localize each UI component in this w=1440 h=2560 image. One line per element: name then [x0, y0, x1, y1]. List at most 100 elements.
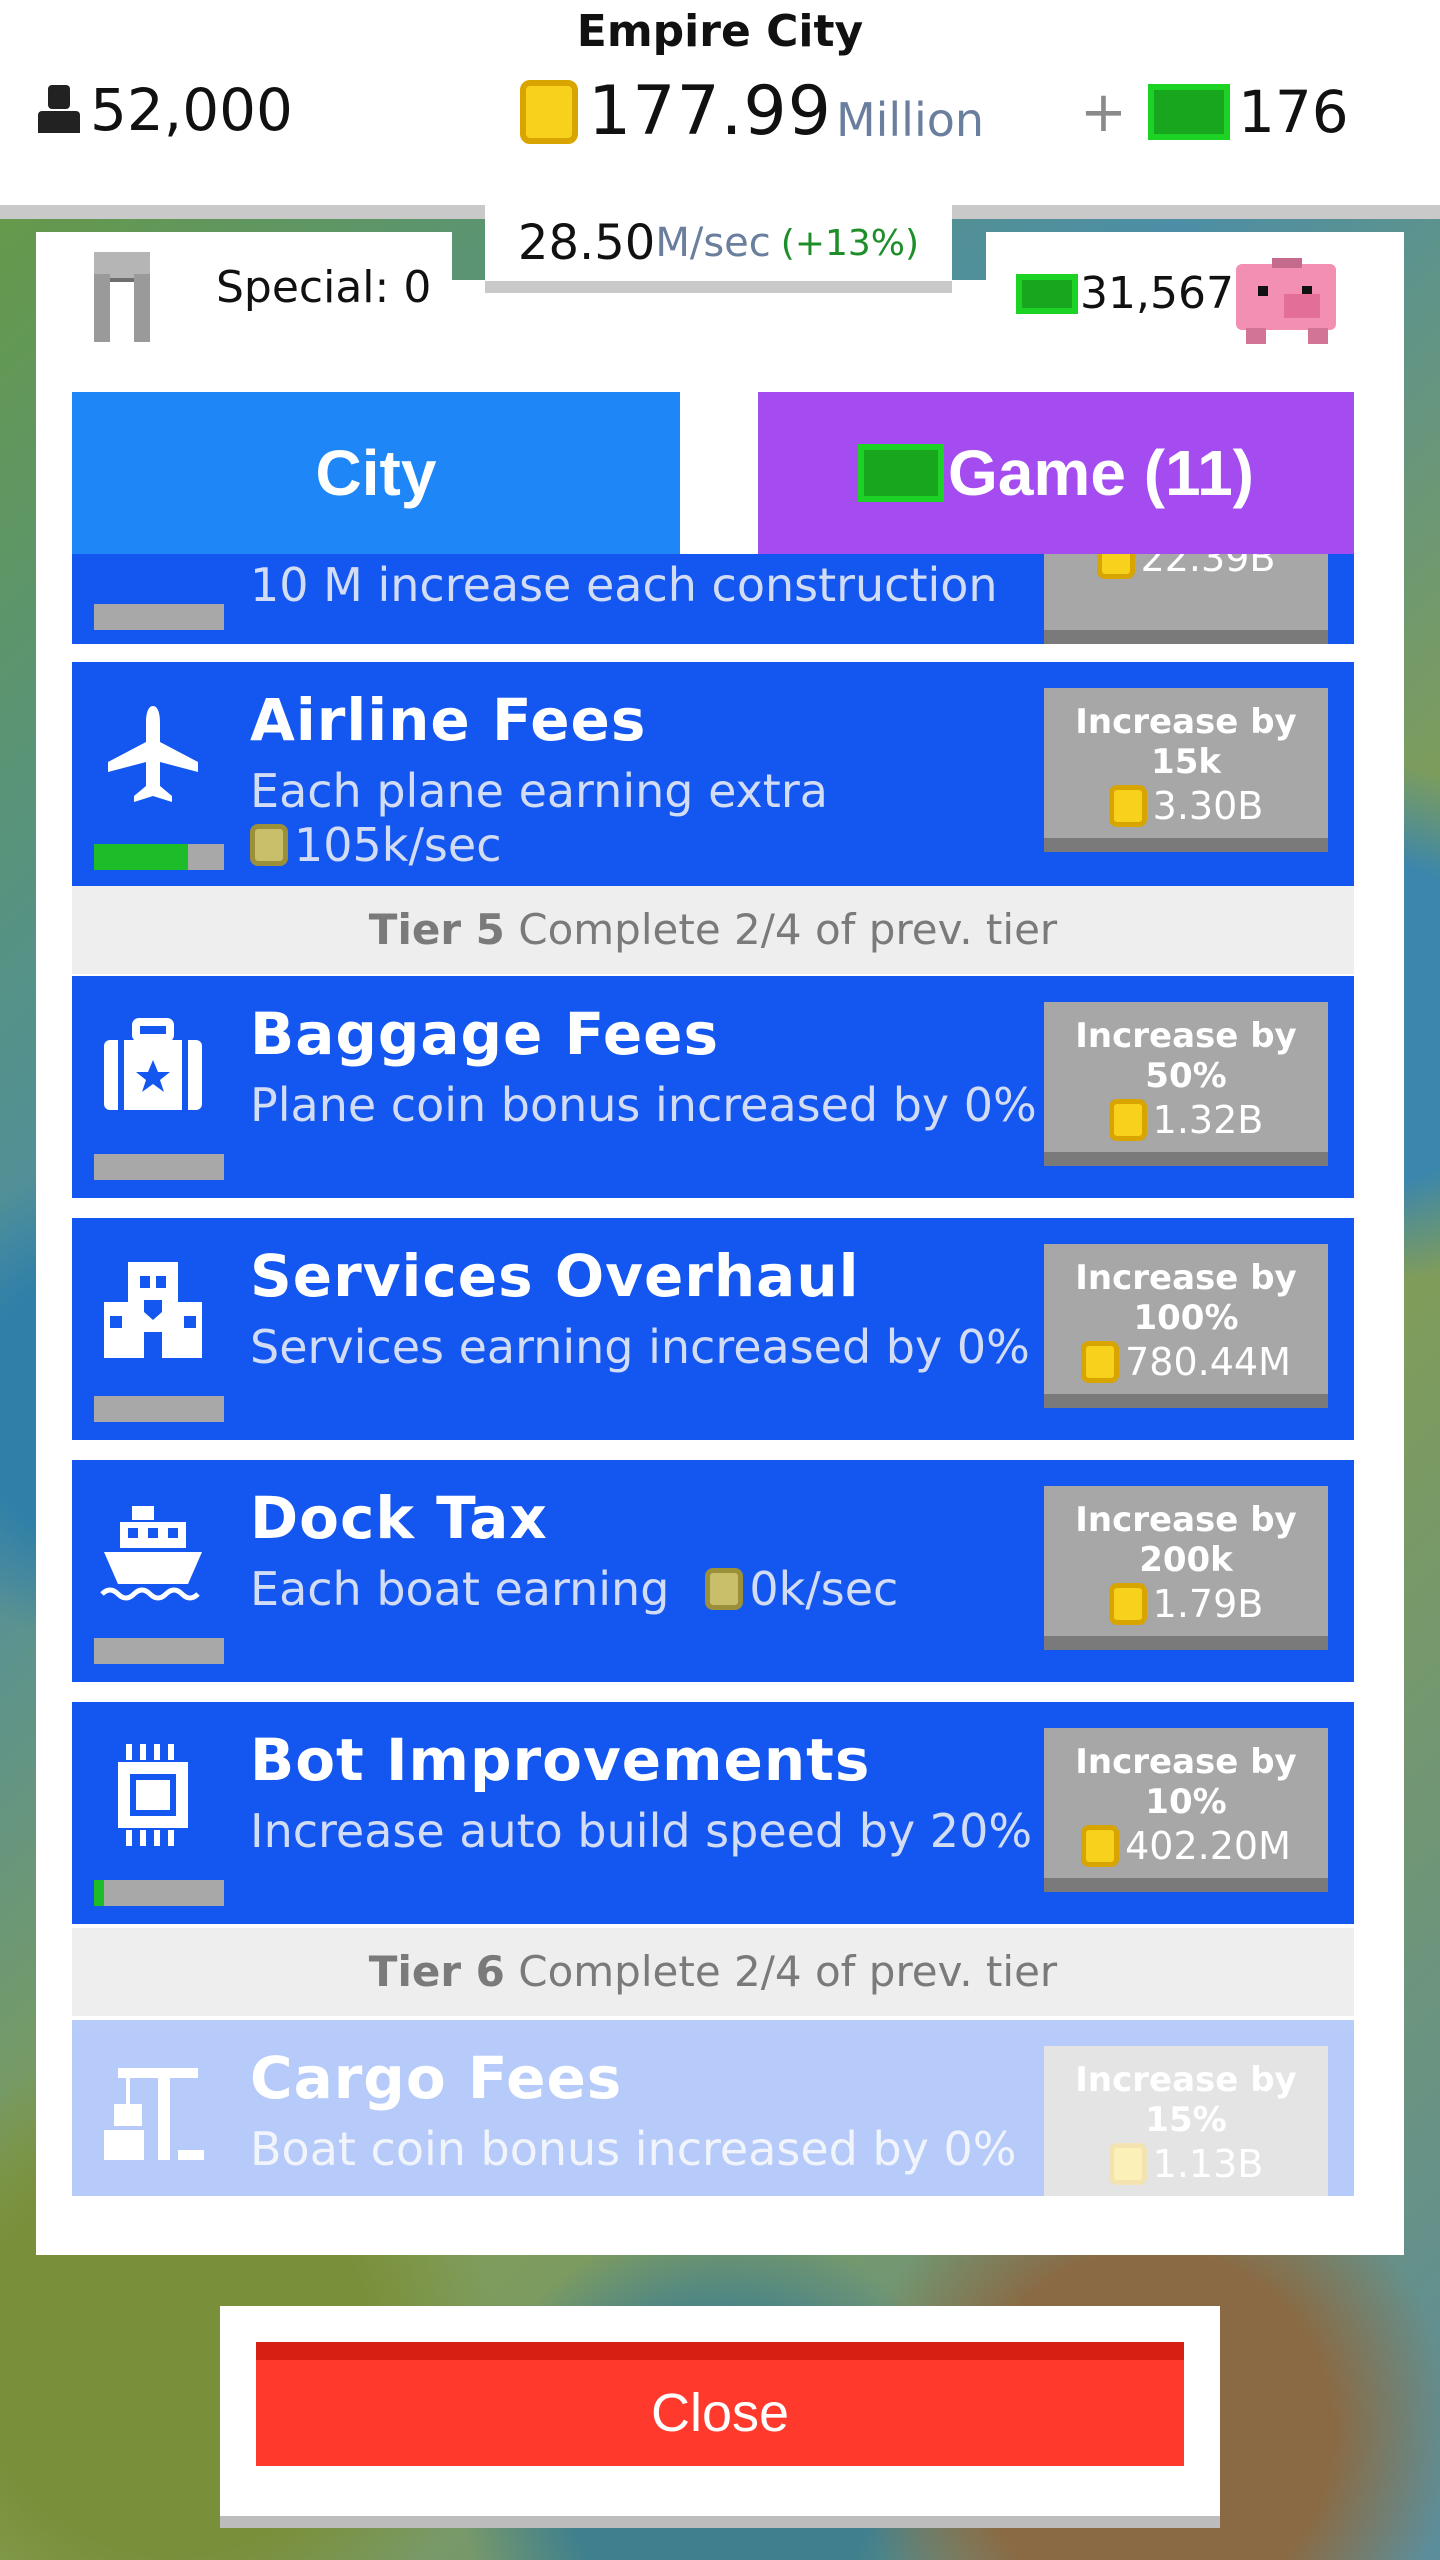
tier-label: Tier 5: [368, 905, 505, 954]
close-button[interactable]: Close: [256, 2342, 1184, 2466]
coins-unit: Million: [835, 92, 985, 147]
coin-icon: [705, 1568, 744, 1610]
tab-game[interactable]: Game (11): [758, 392, 1354, 554]
progress-bar: [94, 1880, 224, 1906]
airplane-icon: [98, 700, 208, 810]
progress-bar: [94, 1396, 224, 1422]
gem-icon: [1016, 274, 1078, 314]
piggy-bank-icon[interactable]: [1232, 248, 1342, 344]
upgrade-buy-button[interactable]: Increase by 200k 1.79B: [1044, 1486, 1328, 1650]
buy-button-line1: Increase by: [1075, 702, 1297, 742]
close-label: Close: [650, 2383, 790, 2443]
progress-bar: [94, 1154, 224, 1180]
upgrade-title: Cargo Fees: [250, 2044, 623, 2112]
coin-icon: [1108, 1583, 1147, 1625]
buy-button-line1: Increase by: [1075, 2060, 1297, 2100]
crane-icon: [98, 2058, 208, 2168]
piggy-bank-tab[interactable]: 31,567: [986, 232, 1404, 352]
coin-icon: [250, 824, 288, 866]
upgrade-list[interactable]: 10 M increase each construction 22.39B A…: [72, 554, 1354, 2196]
buy-button-line1: Increase by: [1075, 1500, 1297, 1540]
tier-header: Tier 6 Complete 2/4 of prev. tier: [72, 1928, 1354, 2016]
upgrade-description: 10 M increase each construction: [250, 558, 998, 612]
buy-gems-plus-button[interactable]: +: [1080, 80, 1127, 145]
coin-icon: [1096, 554, 1135, 579]
upgrade-description: Boat coin bonus increased by 0%: [250, 2122, 1017, 2176]
upgrade-card-cargo-fees: Cargo Fees Boat coin bonus increased by …: [72, 2020, 1354, 2196]
gem-icon: [858, 444, 945, 502]
income-rate: 28.50 M/sec (+13%): [485, 205, 952, 293]
upgrade-price: 3.30B: [1044, 784, 1328, 838]
tier-requirement: Complete 2/4 of prev. tier: [518, 905, 1058, 954]
upgrade-buy-button: Increase by 15% 1.13B: [1044, 2046, 1328, 2196]
buy-button-line2: 100%: [1133, 1298, 1239, 1338]
tab-city[interactable]: City: [72, 392, 680, 554]
upgrade-title: Airline Fees: [250, 686, 647, 754]
person-icon: [36, 85, 82, 135]
progress-bar: [94, 1638, 224, 1664]
special-tab[interactable]: Special: 0: [36, 232, 452, 352]
upgrade-buy-button[interactable]: Increase by 50% 1.32B: [1044, 1002, 1328, 1166]
coin-icon: [1081, 1825, 1120, 1867]
upgrade-buy-button[interactable]: 22.39B: [1044, 554, 1328, 644]
suitcase-icon: [98, 1014, 208, 1124]
building-icon: [98, 1256, 208, 1366]
upgrade-price: 402.20M: [1044, 1824, 1328, 1878]
upgrade-price: 780.44M: [1044, 1340, 1328, 1394]
coins-counter: 177.99 Million: [520, 72, 984, 151]
buy-button-line1: Increase by: [1075, 1742, 1297, 1782]
upgrade-description: Increase auto build speed by 20%: [250, 1804, 1033, 1858]
upgrade-buy-button[interactable]: Increase by 10% 402.20M: [1044, 1728, 1328, 1892]
upgrade-price: 22.39B: [1044, 554, 1328, 590]
upgrade-buy-button[interactable]: Increase by 100% 780.44M: [1044, 1244, 1328, 1408]
city-name: Empire City: [576, 6, 864, 57]
upgrade-card-baggage-fees: Baggage Fees Plane coin bonus increased …: [72, 976, 1354, 1198]
bank-value: 31,567: [1080, 268, 1234, 319]
chip-icon: [98, 1740, 208, 1850]
rate-unit: M/sec: [655, 220, 771, 266]
coin-icon: [1108, 785, 1147, 827]
arch-icon: [94, 252, 150, 342]
buy-button-line2: 15%: [1145, 2100, 1227, 2140]
tier-requirement: Complete 2/4 of prev. tier: [518, 1947, 1058, 1996]
rate-value: 28.50: [517, 215, 656, 271]
upgrade-price: 1.13B: [1044, 2142, 1328, 2196]
upgrade-card-bot-improvements: Bot Improvements Increase auto build spe…: [72, 1702, 1354, 1924]
upgrade-card-dock-tax: Dock Tax Each boat earning 0k/sec Increa…: [72, 1460, 1354, 1682]
close-container: Close: [220, 2306, 1220, 2528]
upgrade-description: Services earning increased by 0%: [250, 1320, 1030, 1374]
tier-label: Tier 6: [368, 1947, 505, 1996]
upgrade-rate: 105k/sec: [250, 818, 502, 872]
upgrade-buy-button[interactable]: Increase by 15k 3.30B: [1044, 688, 1328, 852]
ship-icon: [98, 1498, 208, 1608]
tier-header: Tier 5 Complete 2/4 of prev. tier: [72, 886, 1354, 974]
coins-value: 177.99: [588, 72, 832, 151]
panel-footer: [36, 2196, 1404, 2255]
upgrade-description: Each plane earning extra: [250, 764, 828, 818]
buy-button-line2: 50%: [1145, 1056, 1227, 1096]
upgrade-card-services-overhaul: Services Overhaul Services earning incre…: [72, 1218, 1354, 1440]
upgrade-icon: [98, 554, 208, 598]
coin-icon: [520, 79, 578, 144]
gems-value: 176: [1238, 78, 1349, 146]
upgrade-description: Plane coin bonus increased by 0%: [250, 1078, 1037, 1132]
top-bar: Empire City 52,000 177.99 Million + 176: [0, 0, 1440, 205]
coin-icon: [1108, 1099, 1147, 1141]
gem-icon: [1148, 84, 1230, 140]
gems-counter[interactable]: 176: [1148, 78, 1349, 146]
upgrade-title: Services Overhaul: [250, 1242, 860, 1310]
buy-button-line2: 10%: [1145, 1782, 1227, 1822]
tab-city-label: City: [315, 437, 437, 509]
progress-bar: [94, 844, 224, 870]
upgrade-card: 10 M increase each construction 22.39B: [72, 554, 1354, 644]
tab-game-label: Game (11): [948, 437, 1254, 509]
progress-bar: [94, 604, 224, 630]
upgrade-title: Bot Improvements: [250, 1726, 871, 1794]
rate-bonus: (+13%): [780, 222, 920, 264]
coin-icon: [1081, 1341, 1120, 1383]
upgrade-title: Baggage Fees: [250, 1000, 720, 1068]
special-label: Special: 0: [216, 262, 432, 313]
population-counter: 52,000: [36, 76, 293, 144]
upgrade-title: Dock Tax: [250, 1484, 548, 1552]
population-value: 52,000: [90, 76, 293, 144]
